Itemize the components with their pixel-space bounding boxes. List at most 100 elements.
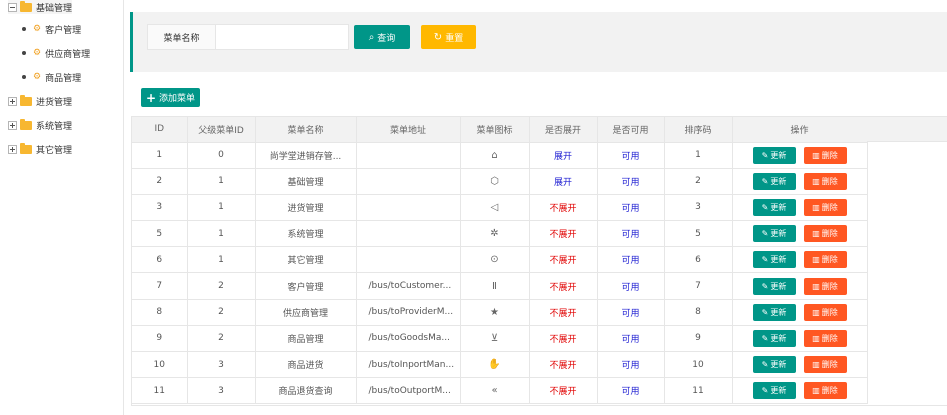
cell-parent-id: 1 — [187, 168, 256, 195]
cell-actions: ✎ 更新 ▥ 删除 — [732, 351, 868, 379]
cell-actions: ✎ 更新 ▥ 删除 — [732, 194, 868, 222]
table-row[interactable]: 5 1 系统管理 ✲ 不展开 可用 5 ✎ 更新 ▥ 删除 — [132, 220, 868, 248]
column-header[interactable]: 是否可用 — [597, 117, 665, 143]
delete-button-label: 删除 — [821, 255, 838, 265]
add-menu-button[interactable]: + 添加菜单 — [141, 88, 200, 107]
speaker-icon: ◁ — [490, 201, 499, 213]
query-button-label: 查询 — [377, 33, 396, 44]
cell-menu-url: /bus/toCustomer... — [356, 272, 461, 300]
cell-order: 5 — [664, 220, 733, 248]
tree-leaf-goods[interactable]: ⚙ 商品管理 — [22, 70, 81, 84]
expand-icon[interactable] — [8, 144, 17, 154]
cell-is-open: 不展开 — [529, 377, 598, 405]
cell-id: 3 — [132, 194, 188, 222]
star-icon: ★ — [490, 306, 499, 318]
edit-icon: ✎ — [761, 281, 769, 291]
column-header[interactable]: 父级菜单ID — [187, 117, 256, 143]
column-header[interactable]: 排序码 — [664, 117, 733, 143]
cell-parent-id: 3 — [187, 351, 256, 379]
delete-button[interactable]: ▥ 删除 — [803, 329, 847, 347]
update-button[interactable]: ✎ 更新 — [752, 198, 796, 216]
reset-button-label: 重置 — [445, 33, 464, 44]
tree-node-purchase[interactable]: 进货管理 — [8, 94, 72, 108]
delete-button[interactable]: ▥ 删除 — [803, 356, 847, 374]
cell-parent-id: 1 — [187, 220, 256, 248]
edit-icon: ✎ — [761, 202, 769, 212]
cell-menu-url — [356, 246, 461, 274]
cell-actions: ✎ 更新 ▥ 删除 — [732, 272, 868, 300]
column-header[interactable]: 是否展开 — [529, 117, 598, 143]
table-row[interactable]: 7 2 客户管理/bus/toCustomer... Ⅱ 不展开 可用 7 ✎ 更新 ▥ 删除 — [132, 272, 868, 300]
update-button[interactable]: ✎ 更新 — [752, 329, 796, 347]
table-row[interactable]: 8 2 供应商管理/bus/toProviderM... ★ 不展开 可用 8 ✎ 更新 ▥ 删除 — [132, 299, 868, 326]
cell-id: 7 — [132, 272, 188, 300]
cell-is-open: 不展开 — [529, 220, 598, 248]
delete-button[interactable]: ▥ 删除 — [803, 172, 847, 190]
table-row[interactable]: 3 1 进货管理 ◁ 不展开 可用 3 ✎ 更新 ▥ 删除 — [132, 194, 868, 222]
table-row[interactable]: 6 1 其它管理 ⊙ 不展开 可用 6 ✎ 更新 ▥ 删除 — [132, 246, 868, 274]
column-header[interactable]: 菜单图标 — [460, 117, 530, 143]
tree-leaf-label: 商品管理 — [45, 73, 82, 84]
cell-menu-icon: ✲ — [460, 220, 530, 248]
table-header-row: ID 父级菜单ID 菜单名称 菜单地址 菜单图标 是否展开 是否可用 排序码 操… — [132, 117, 868, 143]
trash-icon: ▥ — [812, 229, 820, 239]
cell-menu-url — [356, 142, 461, 169]
column-header[interactable]: 操作 — [732, 117, 868, 143]
update-button[interactable]: ✎ 更新 — [752, 146, 796, 164]
cell-actions: ✎ 更新 ▥ 删除 — [732, 142, 868, 169]
column-header[interactable]: ID — [132, 117, 188, 143]
delete-button[interactable]: ▥ 删除 — [803, 277, 847, 295]
update-button[interactable]: ✎ 更新 — [752, 303, 796, 321]
delete-button[interactable]: ▥ 删除 — [803, 146, 847, 164]
cell-id: 9 — [132, 325, 188, 353]
table-row[interactable]: 9 2 商品管理/bus/toGoodsMa... ⊻ 不展开 可用 9 ✎ 更新 ▥ 删除 — [132, 325, 868, 353]
cell-menu-url: /bus/toGoodsMa... — [356, 325, 461, 353]
tree-node-other[interactable]: 其它管理 — [8, 142, 72, 156]
update-button[interactable]: ✎ 更新 — [752, 251, 796, 269]
tree-leaf-provider[interactable]: ⚙ 供应商管理 — [22, 46, 90, 60]
cell-order: 2 — [664, 168, 733, 195]
column-header[interactable]: 菜单地址 — [356, 117, 461, 143]
tree-leaf-customer[interactable]: ⚙ 客户管理 — [22, 22, 81, 36]
collapse-icon[interactable] — [8, 2, 17, 12]
update-button[interactable]: ✎ 更新 — [752, 225, 796, 243]
tree-node-basic[interactable]: 基础管理 — [8, 0, 73, 14]
trash-icon: ▥ — [812, 150, 820, 160]
delete-button[interactable]: ▥ 删除 — [803, 198, 847, 216]
delete-button[interactable]: ▥ 删除 — [803, 382, 847, 400]
update-button[interactable]: ✎ 更新 — [752, 356, 796, 374]
cell-order: 11 — [664, 377, 733, 405]
column-header[interactable]: 菜单名称 — [255, 117, 357, 143]
trash-icon: ▥ — [812, 307, 820, 317]
update-button[interactable]: ✎ 更新 — [752, 382, 796, 400]
table-row[interactable]: 2 1 基础管理 ⬡ 展开 可用 2 ✎ 更新 ▥ 删除 — [132, 168, 868, 195]
tree-node-system[interactable]: 系统管理 — [8, 118, 72, 132]
update-button-label: 更新 — [770, 333, 787, 343]
tree-node-label: 进货管理 — [36, 97, 73, 108]
table-row[interactable]: 11 3 商品退货查询/bus/toOutportM... «不展开 可用 11 ✎ 更新 ▥ 删… — [132, 377, 868, 405]
table-row[interactable]: 10 3 商品进货/bus/toInportMan... ✋ 不展开 可用 10 ✎ 更新 ▥ 删除 — [132, 351, 868, 379]
menu-name-input[interactable] — [216, 25, 348, 49]
query-button[interactable]: ⌕ 查询 — [354, 25, 410, 49]
cell-id: 10 — [132, 351, 188, 379]
cell-order: 1 — [664, 142, 733, 169]
cell-order: 7 — [664, 272, 733, 300]
expand-icon[interactable] — [8, 96, 17, 106]
cell-menu-icon: ★ — [460, 299, 530, 326]
table-row[interactable]: 1 0 尚学堂进销存管... ⌂ 展开 可用 1 ✎ 更新 ▥ 删除 — [132, 142, 868, 169]
cell-available: 可用 — [597, 377, 665, 405]
delete-button[interactable]: ▥ 删除 — [803, 303, 847, 321]
update-button[interactable]: ✎ 更新 — [752, 277, 796, 295]
delete-button[interactable]: ▥ 删除 — [803, 251, 847, 269]
delete-button[interactable]: ▥ 删除 — [803, 225, 847, 243]
reset-button[interactable]: ↻ 重置 — [421, 25, 476, 49]
tree-node-label: 系统管理 — [36, 121, 73, 132]
tree-leaf-label: 供应商管理 — [45, 49, 91, 60]
update-button[interactable]: ✎ 更新 — [752, 172, 796, 190]
delete-button-label: 删除 — [821, 333, 838, 343]
update-button-label: 更新 — [770, 386, 787, 396]
cell-menu-name: 其它管理 — [255, 246, 357, 274]
cell-is-open: 不展开 — [529, 325, 598, 353]
delete-button-label: 删除 — [821, 281, 838, 291]
expand-icon[interactable] — [8, 120, 17, 130]
